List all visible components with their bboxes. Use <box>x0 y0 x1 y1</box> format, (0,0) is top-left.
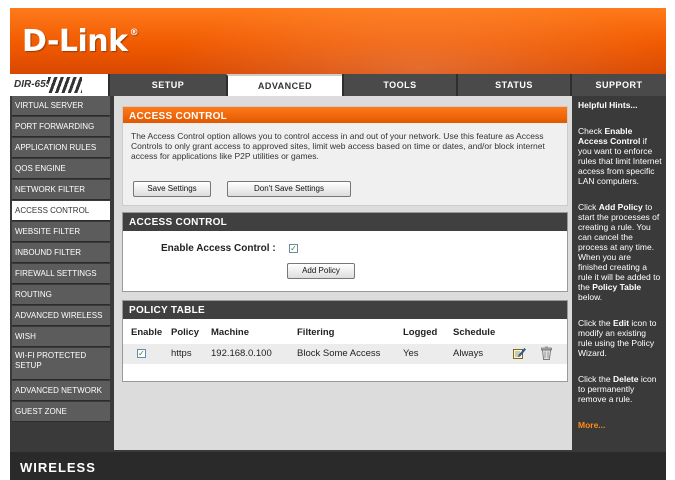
sidebar-item-qos-engine[interactable]: QOS ENGINE <box>12 159 110 179</box>
footer-wireless-label: WIRELESS <box>20 460 96 475</box>
edit-icon[interactable] <box>513 347 526 359</box>
sidebar-item-network-filter[interactable]: NETWORK FILTER <box>12 180 110 200</box>
tab-advanced[interactable]: ADVANCED <box>226 74 342 96</box>
sidebar-item-application-rules[interactable]: APPLICATION RULES <box>12 138 110 158</box>
top-nav: DIR-655 SETUP ADVANCED TOOLS STATUS SUPP… <box>10 74 666 96</box>
col-machine: Machine <box>211 327 250 338</box>
sidebar-item-port-forwarding[interactable]: PORT FORWARDING <box>12 117 110 137</box>
router-admin-page: D-Link ® DIR-655 SETUP ADVANCED TOOLS STA… <box>10 8 666 480</box>
sidebar-item-website-filter[interactable]: WEBSITE FILTER <box>12 222 110 242</box>
dont-save-settings-button[interactable]: Don't Save Settings <box>227 181 351 197</box>
sidebar-item-virtual-server[interactable]: VIRTUAL SERVER <box>12 96 110 116</box>
more-link[interactable]: More... <box>578 420 605 430</box>
sidebar-item-guest-zone[interactable]: GUEST ZONE <box>12 402 110 422</box>
intro-title: ACCESS CONTROL <box>123 107 567 123</box>
policy-filtering: Block Some Access <box>297 348 381 359</box>
col-enable: Enable <box>131 327 163 338</box>
hint-enable: Check Enable Access Control if you want … <box>578 126 662 186</box>
policy-enable-checkbox[interactable]: ✓ <box>137 349 146 358</box>
access-control-section: ACCESS CONTROL Enable Access Control : ✓… <box>122 212 568 292</box>
main-content: ACCESS CONTROL The Access Control option… <box>114 96 572 450</box>
model-badge: DIR-655 <box>10 74 108 96</box>
sidebar-item-advanced-wireless[interactable]: ADVANCED WIRELESS <box>12 306 110 326</box>
sidebar-item-routing[interactable]: ROUTING <box>12 285 110 305</box>
policy-machine: 192.168.0.100 <box>211 348 272 359</box>
sidebar-item-inbound-filter[interactable]: INBOUND FILTER <box>12 243 110 263</box>
enable-access-control-label: Enable Access Control : <box>161 243 276 254</box>
tab-setup[interactable]: SETUP <box>108 74 226 96</box>
tab-tools[interactable]: TOOLS <box>342 74 456 96</box>
save-settings-button[interactable]: Save Settings <box>133 181 211 197</box>
add-policy-button[interactable]: Add Policy <box>287 263 355 279</box>
sidebar-item-advanced-network[interactable]: ADVANCED NETWORK <box>12 381 110 401</box>
hint-add-policy: Click Add Policy to start the processes … <box>578 202 661 302</box>
hints-title: Helpful Hints... <box>578 100 638 110</box>
col-filtering: Filtering <box>297 327 335 338</box>
sidebar-item-access-control[interactable]: ACCESS CONTROL <box>12 201 110 221</box>
helpful-hints: Helpful Hints... Check Enable Access Con… <box>574 96 666 450</box>
policy-name: https <box>171 348 192 359</box>
sidebar: VIRTUAL SERVER PORT FORWARDING APPLICATI… <box>10 96 112 450</box>
sidebar-item-wifi-protected-setup[interactable]: WI-FI PROTECTED SETUP <box>12 348 110 380</box>
model-stripes-icon <box>48 77 82 93</box>
header-banner: D-Link ® <box>10 8 666 74</box>
col-policy: Policy <box>171 327 199 338</box>
tab-status[interactable]: STATUS <box>456 74 570 96</box>
model-name: DIR-655 <box>14 79 52 90</box>
enable-access-control-checkbox[interactable]: ✓ <box>289 244 298 253</box>
access-control-title: ACCESS CONTROL <box>123 213 567 231</box>
col-logged: Logged <box>403 327 438 338</box>
policy-logged: Yes <box>403 348 419 359</box>
sidebar-item-wish[interactable]: WISH <box>12 327 110 347</box>
footer: WIRELESS <box>10 452 666 480</box>
dlink-logo: D-Link ® <box>22 24 139 59</box>
trash-icon[interactable] <box>541 346 552 360</box>
policy-schedule: Always <box>453 348 484 359</box>
policy-table-section: POLICY TABLE Enable Policy Machine Filte… <box>122 300 568 382</box>
hint-edit: Click the Edit icon to modify an existin… <box>578 318 657 358</box>
tab-support[interactable]: SUPPORT <box>570 74 666 96</box>
policy-table-title: POLICY TABLE <box>123 301 567 319</box>
intro-text: The Access Control option allows you to … <box>131 131 545 161</box>
sidebar-item-firewall-settings[interactable]: FIREWALL SETTINGS <box>12 264 110 284</box>
table-row: ✓ https 192.168.0.100 Block Some Access … <box>123 344 567 364</box>
intro-panel: ACCESS CONTROL The Access Control option… <box>122 106 568 206</box>
hint-delete: Click the Delete icon to permanently rem… <box>578 374 657 404</box>
col-schedule: Schedule <box>453 327 496 338</box>
